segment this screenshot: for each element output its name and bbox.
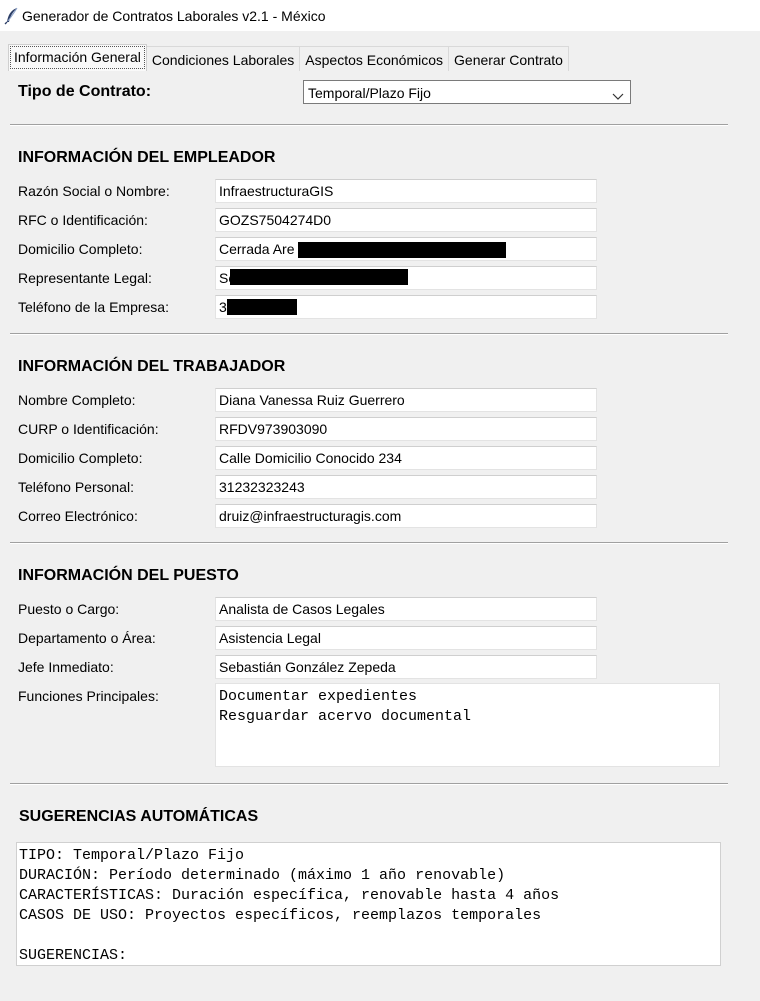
tab-generar-contrato[interactable]: Generar Contrato [449,46,569,71]
tab-aspectos-economicos[interactable]: Aspectos Económicos [300,46,450,71]
employer-rfc-label: RFC o Identificación: [18,212,148,228]
legal-rep-label: Representante Legal: [18,270,152,286]
contract-type-label: Tipo de Contrato: [18,83,152,100]
job-title-input[interactable]: Analista de Casos Legales [215,597,597,621]
worker-email-input[interactable]: druiz@infraestructuragis.com [215,504,597,528]
window-title: Generador de Contratos Laborales v2.1 - … [22,7,326,24]
worker-phone-input[interactable]: 31232323243 [215,475,597,499]
suggestions-heading: SUGERENCIAS AUTOMÁTICAS [19,808,259,825]
separator [10,333,728,335]
redaction-bar [227,299,297,315]
employer-address-label: Domicilio Completo: [18,241,143,257]
tab-informacion-general[interactable]: Información General [8,44,147,71]
worker-name-label: Nombre Completo: [18,392,136,408]
employer-rfc-input[interactable]: GOZS7504274D0 [215,208,597,232]
separator [10,124,728,126]
separator [10,783,728,785]
worker-name-input[interactable]: Diana Vanessa Ruiz Guerrero [215,388,597,412]
redaction-bar [298,242,506,258]
company-phone-label: Teléfono de la Empresa: [18,299,169,315]
employer-heading: INFORMACIÓN DEL EMPLEADOR [18,149,276,166]
job-title-label: Puesto o Cargo: [18,601,120,617]
tab-bar: Información General Condiciones Laborale… [8,44,569,71]
contract-type-select[interactable]: Temporal/Plazo Fijo [303,80,631,104]
worker-email-label: Correo Electrónico: [18,508,138,524]
contract-type-value: Temporal/Plazo Fijo [308,85,431,101]
supervisor-input[interactable]: Sebastián González Zepeda [215,655,597,679]
worker-curp-label: CURP o Identificación: [18,421,159,437]
suggestions-textarea[interactable]: TIPO: Temporal/Plazo Fijo DURACIÓN: Perí… [16,842,721,966]
feather-icon [2,6,22,26]
functions-label: Funciones Principales: [18,688,159,704]
department-label: Departamento o Área: [18,630,156,646]
worker-heading: INFORMACIÓN DEL TRABAJADOR [18,358,286,375]
tab-condiciones-laborales[interactable]: Condiciones Laborales [146,46,301,71]
title-bar: Generador de Contratos Laborales v2.1 - … [0,0,760,31]
functions-textarea[interactable]: Documentar expedientes Resguardar acervo… [215,683,720,767]
department-input[interactable]: Asistencia Legal [215,626,597,650]
general-info-panel: Tipo de Contrato: Temporal/Plazo Fijo IN… [8,70,758,995]
worker-address-input[interactable]: Calle Domicilio Conocido 234 [215,446,597,470]
worker-address-label: Domicilio Completo: [18,450,143,466]
separator [10,542,728,544]
position-heading: INFORMACIÓN DEL PUESTO [18,567,239,584]
supervisor-label: Jefe Inmediato: [18,659,114,675]
employer-name-input[interactable]: InfraestructuraGIS [215,179,597,203]
worker-phone-label: Teléfono Personal: [18,479,134,495]
employer-name-label: Razón Social o Nombre: [18,183,170,199]
redaction-bar [230,269,408,285]
worker-curp-input[interactable]: RFDV973903090 [215,417,597,441]
chevron-down-icon[interactable] [612,85,624,100]
